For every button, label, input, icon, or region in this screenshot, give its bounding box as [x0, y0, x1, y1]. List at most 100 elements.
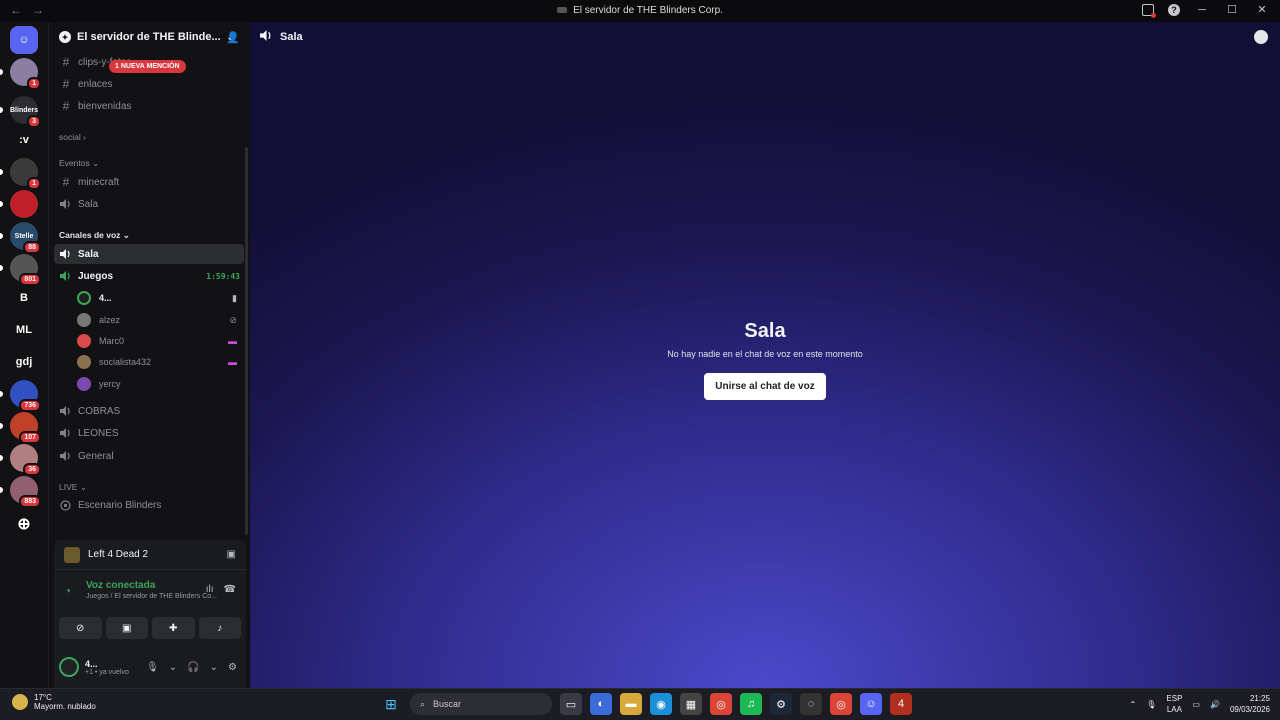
edge-icon[interactable]: ◉ — [650, 693, 672, 715]
channel-cobras[interactable]: COBRAS — [54, 401, 244, 421]
chat-icon[interactable] — [1254, 30, 1268, 44]
channel-escenario[interactable]: Escenario Blinders — [54, 495, 244, 515]
file-explorer-icon[interactable]: ▬ — [620, 693, 642, 715]
copilot-icon[interactable]: ◐ — [590, 693, 612, 715]
server-header[interactable]: ✦ El servidor de THE Blinde... ⌄ 👤 — [49, 22, 250, 52]
sidebar-scrollbar[interactable] — [245, 147, 248, 535]
server-icon[interactable]: 1 — [0, 58, 41, 90]
taskbar-search[interactable]: ⌕ Buscar — [410, 693, 552, 715]
left4dead-icon[interactable]: 4 — [890, 693, 912, 715]
channel-eventos-sala[interactable]: Sala — [54, 194, 244, 214]
server-icon[interactable]: Blinders 3 — [0, 96, 41, 128]
clock[interactable]: 21:25 09/03/2026 — [1230, 693, 1270, 715]
volume-icon[interactable]: 🔊 — [1210, 700, 1220, 709]
channel-header: Sala — [260, 30, 303, 44]
close-icon[interactable]: ✕ — [1254, 3, 1270, 16]
server-label: Stelle — [14, 232, 34, 240]
chevron-down-icon: ⌄ — [79, 482, 87, 492]
new-mention-badge[interactable]: 1 NUEVA MENCIÓN — [109, 60, 186, 73]
voice-member[interactable]: socialista432 ▬ — [77, 353, 237, 371]
app-icon[interactable]: ◌ — [800, 693, 822, 715]
server-icon[interactable]: ML — [10, 316, 38, 344]
category-canales-de-voz[interactable]: Canales de voz ⌄ — [59, 230, 130, 241]
network-icon[interactable]: ▭ — [1192, 700, 1200, 709]
screen-share-icon[interactable]: ▣ — [227, 549, 236, 560]
disconnect-icon[interactable]: ☎ — [224, 584, 236, 595]
channel-general[interactable]: General — [54, 446, 244, 466]
steam-icon[interactable]: ⚙ — [770, 693, 792, 715]
mention-count-badge: 36 — [23, 463, 41, 476]
keyboard-layout: LAA — [1166, 705, 1182, 714]
chevron-down-icon[interactable]: ⌄ — [210, 662, 218, 673]
discord-home-button[interactable]: ☺ — [10, 26, 38, 54]
avatar[interactable] — [59, 657, 79, 677]
voice-timer: 1:59:43 — [206, 271, 240, 281]
unread-indicator — [0, 169, 3, 175]
unread-indicator — [0, 233, 3, 239]
channel-voz-sala[interactable]: Sala — [54, 244, 244, 264]
add-server-icon[interactable]: ⊕ — [10, 510, 38, 538]
server-icon[interactable]: 801 — [0, 254, 41, 286]
channel-voz-juegos[interactable]: Juegos 1:59:43 — [54, 266, 244, 286]
server-badge-icon: ✦ — [59, 31, 71, 43]
task-view-icon[interactable]: ▭ — [560, 693, 582, 715]
chrome-profile-icon[interactable]: ◎ — [830, 693, 852, 715]
discord-icon[interactable]: ☺ — [860, 693, 882, 715]
server-icon[interactable]: 883 — [0, 476, 41, 508]
chevron-down-icon[interactable]: ⌄ — [169, 662, 177, 673]
category-eventos[interactable]: Eventos ⌄ — [59, 158, 99, 169]
member-name: 4... — [99, 293, 112, 303]
channel-enlaces[interactable]: # enlaces — [54, 74, 244, 94]
speaker-icon — [60, 199, 72, 209]
server-icon[interactable]: B — [10, 284, 38, 312]
weather-widget[interactable]: 17°C Mayorm. nublado — [12, 693, 96, 711]
server-icon[interactable]: 107 — [0, 412, 41, 444]
gear-icon[interactable]: ⚙ — [228, 662, 237, 673]
channel-bienvenidas[interactable]: # bienvenidas — [54, 96, 244, 116]
voice-member[interactable]: yercy — [77, 375, 237, 393]
game-name: Left 4 Dead 2 — [88, 549, 149, 560]
invite-people-icon[interactable]: 👤 — [226, 31, 240, 44]
voice-member[interactable]: 4... ▮ — [77, 289, 237, 307]
window-titlebar: ← → El servidor de THE Blinders Corp. ? … — [0, 0, 1280, 22]
category-live[interactable]: LIVE ⌄ — [59, 482, 87, 493]
channel-label: Juegos — [78, 270, 114, 282]
camera-off-button[interactable]: ⊘ — [59, 617, 102, 639]
channel-minecraft[interactable]: # minecraft — [54, 172, 244, 192]
spotify-icon[interactable]: ♫ — [740, 693, 762, 715]
minimize-icon[interactable]: ─ — [1194, 4, 1210, 16]
chevron-up-icon[interactable]: ⌃ — [1130, 700, 1137, 709]
maximize-icon[interactable]: ☐ — [1224, 3, 1240, 16]
language-indicator[interactable]: ESP LAA — [1166, 693, 1182, 715]
server-icon[interactable] — [0, 190, 38, 218]
chrome-icon[interactable]: ◎ — [710, 693, 732, 715]
help-icon[interactable]: ? — [1168, 3, 1180, 16]
category-social[interactable]: social › — [59, 132, 86, 142]
server-label: gdj — [15, 356, 33, 368]
now-playing[interactable]: Left 4 Dead 2 ▣ — [54, 540, 246, 570]
store-icon[interactable]: ▦ — [680, 693, 702, 715]
server-icon[interactable]: :v — [10, 126, 38, 154]
headphones-icon[interactable]: 🎧 — [187, 662, 199, 673]
join-voice-button[interactable]: Unirse al chat de voz — [704, 373, 826, 400]
unread-indicator — [0, 455, 3, 461]
channel-leones[interactable]: LEONES — [54, 423, 244, 443]
streaming-icon: ▬ — [228, 357, 237, 367]
noise-suppression-icon[interactable]: ılı — [206, 584, 214, 595]
share-screen-button[interactable]: ▣ — [105, 617, 148, 639]
soundboard-button[interactable]: ♪ — [198, 617, 241, 639]
activities-button[interactable]: ✚ — [152, 617, 195, 639]
server-icon[interactable]: gdj — [10, 348, 38, 376]
microphone-icon[interactable]: 🎙 — [146, 662, 159, 673]
server-icon[interactable]: 1 — [0, 158, 41, 190]
stage-icon — [60, 499, 72, 511]
empty-title: Sala — [744, 320, 786, 342]
voice-member[interactable]: alzez ⊘ — [77, 311, 237, 329]
server-icon[interactable]: Stelle 88 — [0, 222, 41, 254]
voice-member[interactable]: Marc0 ▬ — [77, 332, 237, 350]
server-icon[interactable]: 736 — [0, 380, 41, 412]
microphone-icon[interactable]: 🎙 — [1146, 700, 1156, 709]
inbox-icon[interactable] — [1142, 3, 1156, 18]
server-icon[interactable]: 36 — [0, 444, 41, 476]
windows-start-icon[interactable]: ⊞ — [380, 693, 402, 715]
